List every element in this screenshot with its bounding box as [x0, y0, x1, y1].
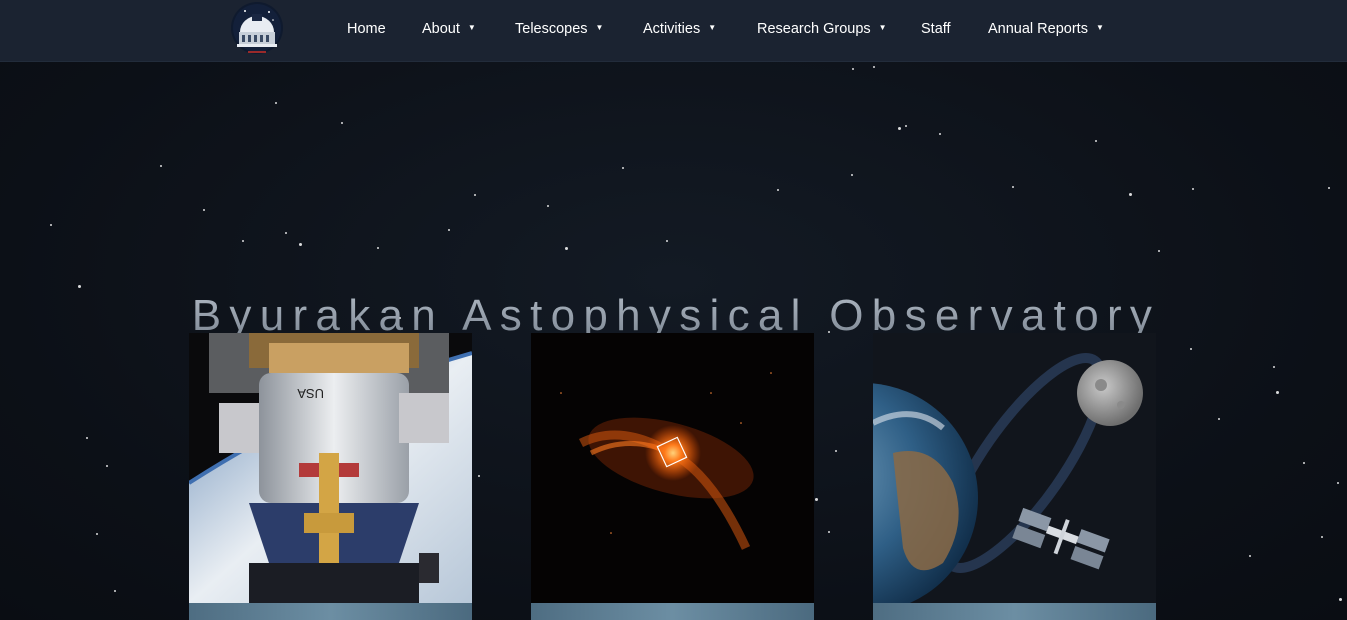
star-dot	[96, 533, 98, 535]
star-dot	[50, 224, 52, 226]
main-nav: Home About ▼ Telescopes ▼ Activities ▼ Rese…	[0, 0, 1347, 58]
star-dot	[1249, 555, 1251, 557]
image-card-earth-moon[interactable]	[873, 333, 1156, 620]
nav-home-label: Home	[347, 21, 386, 37]
nav-annual-reports-label: Annual Reports	[988, 21, 1088, 37]
nav-research-groups[interactable]: Research Groups ▼	[757, 0, 887, 58]
card-caption-strip	[531, 603, 814, 620]
nav-home[interactable]: Home	[347, 0, 386, 58]
star-dot	[1158, 250, 1160, 252]
star-dot	[474, 194, 476, 196]
nav-staff-label: Staff	[921, 21, 951, 37]
image-card-galaxy[interactable]	[531, 333, 814, 620]
star-dot	[1337, 482, 1339, 484]
caret-down-icon: ▼	[1095, 23, 1104, 33]
star-dot	[1190, 348, 1192, 350]
star-dot	[1339, 598, 1342, 601]
star-dot	[242, 240, 244, 242]
star-dot	[898, 127, 901, 130]
star-dot	[1129, 193, 1132, 196]
nav-telescopes-label: Telescopes	[515, 21, 588, 37]
star-dot	[828, 531, 830, 533]
space-station-module-image: USA	[189, 333, 472, 603]
star-dot	[1303, 462, 1305, 464]
caret-down-icon: ▼	[595, 23, 604, 33]
nav-annual-reports[interactable]: Annual Reports ▼	[988, 0, 1104, 58]
star-dot	[114, 590, 116, 592]
star-dot	[448, 229, 450, 231]
star-dot	[815, 498, 818, 501]
caret-down-icon: ▼	[708, 23, 717, 33]
star-dot	[1095, 140, 1097, 142]
image-card-space-station[interactable]: USA	[189, 333, 472, 620]
star-dot	[1328, 187, 1330, 189]
star-dot	[341, 122, 343, 124]
star-dot	[106, 465, 108, 467]
earth-moon-satellite-image	[873, 333, 1156, 603]
galaxy-black-hole-image	[531, 333, 814, 603]
star-dot	[299, 243, 302, 246]
card-caption-strip	[873, 603, 1156, 620]
star-dot	[1192, 188, 1194, 190]
star-dot	[1273, 366, 1275, 368]
star-dot	[1012, 186, 1014, 188]
star-dot	[1218, 418, 1220, 420]
caret-down-icon: ▼	[467, 23, 476, 33]
star-dot	[1321, 536, 1323, 538]
star-dot	[160, 165, 162, 167]
star-dot	[285, 232, 287, 234]
caret-down-icon: ▼	[878, 23, 887, 33]
star-dot	[939, 133, 941, 135]
svg-text:USA: USA	[297, 386, 324, 401]
star-dot	[547, 205, 549, 207]
star-dot	[905, 125, 907, 127]
nav-about[interactable]: About ▼	[422, 0, 476, 58]
nav-about-label: About	[422, 21, 460, 37]
star-dot	[565, 247, 568, 250]
star-dot	[86, 437, 88, 439]
star-dot	[377, 247, 379, 249]
star-dot	[851, 174, 853, 176]
star-dot	[852, 68, 854, 70]
nav-research-groups-label: Research Groups	[757, 21, 871, 37]
nav-telescopes[interactable]: Telescopes ▼	[515, 0, 603, 58]
nav-staff[interactable]: Staff	[921, 0, 951, 58]
star-dot	[873, 66, 875, 68]
star-dot	[666, 240, 668, 242]
star-dot	[835, 450, 837, 452]
star-dot	[275, 102, 277, 104]
card-caption-strip	[189, 603, 472, 620]
star-dot	[478, 475, 480, 477]
star-dot	[203, 209, 205, 211]
star-dot	[622, 167, 624, 169]
nav-activities[interactable]: Activities ▼	[643, 0, 716, 58]
star-dot	[78, 285, 81, 288]
nav-activities-label: Activities	[643, 21, 701, 37]
star-dot	[1276, 391, 1279, 394]
star-dot	[777, 189, 779, 191]
top-navbar: Home About ▼ Telescopes ▼ Activities ▼ Rese…	[0, 0, 1347, 62]
